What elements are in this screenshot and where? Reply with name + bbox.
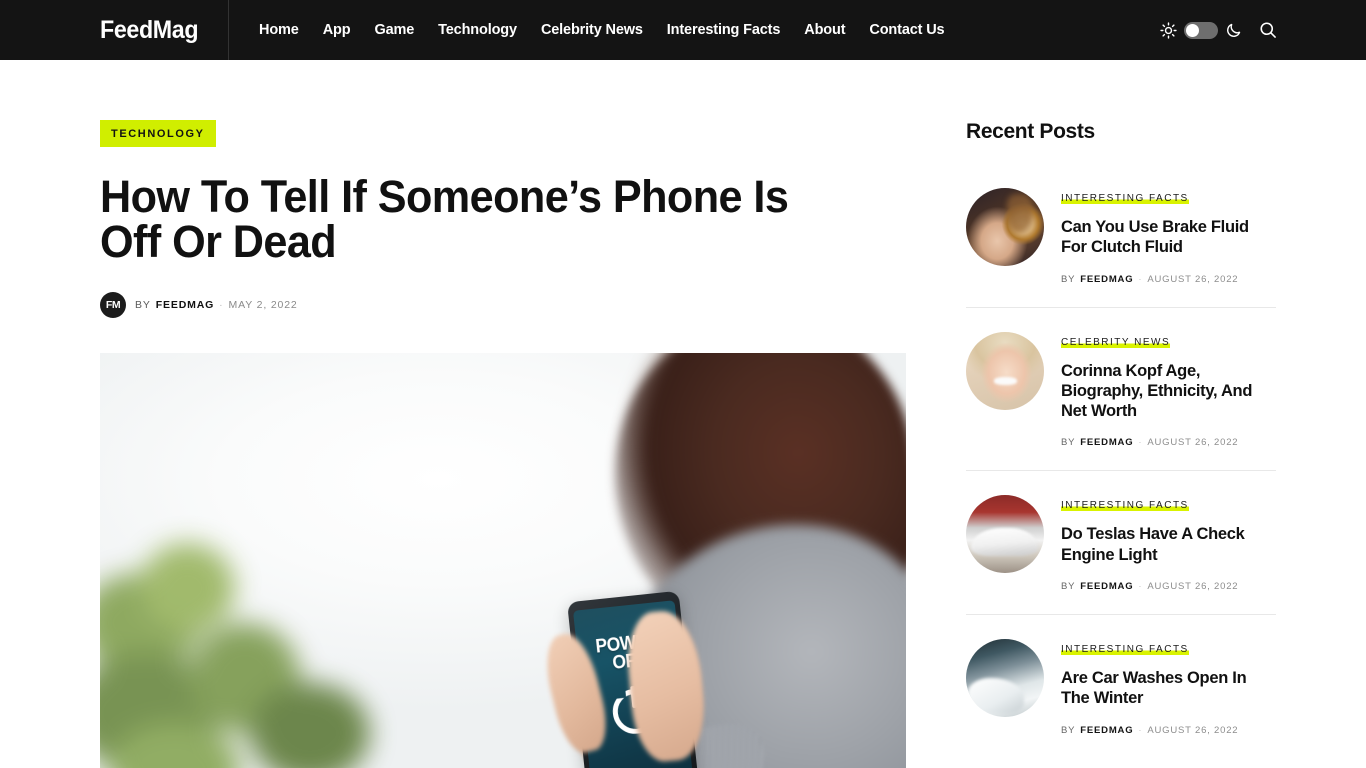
post-by-label: BY: [1061, 437, 1076, 449]
byline-text: BY FEEDMAG · MAY 2, 2022: [135, 299, 298, 311]
nav-item-home[interactable]: Home: [247, 16, 311, 44]
post-category[interactable]: INTERESTING FACTS: [1061, 643, 1189, 655]
top-navigation-bar: FeedMag Home App Game Technology Celebri…: [0, 0, 1366, 60]
theme-toggle[interactable]: [1160, 21, 1242, 39]
theme-toggle-knob[interactable]: [1186, 23, 1199, 37]
article-hero-image: POWER OFF: [100, 353, 906, 768]
post-category[interactable]: INTERESTING FACTS: [1061, 193, 1189, 204]
post-by-label: BY: [1061, 724, 1076, 736]
post-meta: BY FEEDMAG · AUGUST 26, 2022: [1061, 725, 1276, 736]
article-title: How To Tell If Someone’s Phone Is Off Or…: [100, 171, 789, 267]
post-body: INTERESTING FACTS Do Teslas Have A Check…: [1061, 495, 1276, 592]
search-icon[interactable]: [1258, 20, 1278, 40]
nav-item-contact-us[interactable]: Contact Us: [857, 16, 956, 44]
page-content: TECHNOLOGY How To Tell If Someone’s Phon…: [0, 60, 1366, 768]
post-body: INTERESTING FACTS Can You Use Brake Flui…: [1061, 188, 1276, 285]
post-body: CELEBRITY NEWS Corinna Kopf Age, Biograp…: [1061, 332, 1276, 448]
site-logo[interactable]: FeedMag: [100, 16, 199, 45]
post-date: AUGUST 26, 2022: [1147, 580, 1239, 592]
post-separator: ·: [1138, 580, 1143, 592]
moon-icon: [1225, 22, 1242, 39]
byline-by-label: BY: [135, 299, 151, 311]
brand-zone: FeedMag: [0, 0, 229, 60]
sidebar: Recent Posts INTERESTING FACTS Can You U…: [966, 120, 1276, 768]
post-thumbnail[interactable]: [966, 638, 1044, 717]
post-thumbnail[interactable]: [966, 188, 1044, 266]
post-body: INTERESTING FACTS Are Car Washes Open In…: [1061, 639, 1276, 736]
post-date: AUGUST 26, 2022: [1147, 273, 1239, 285]
post-title[interactable]: Do Teslas Have A Check Engine Light: [1061, 524, 1276, 565]
post-separator: ·: [1138, 273, 1143, 285]
post-separator: ·: [1138, 437, 1143, 449]
post-author[interactable]: FEEDMAG: [1080, 274, 1133, 285]
nav-item-interesting-facts[interactable]: Interesting Facts: [655, 16, 792, 44]
post-author[interactable]: FEEDMAG: [1080, 581, 1133, 592]
post-separator: ·: [1138, 724, 1143, 736]
byline-author[interactable]: FEEDMAG: [156, 299, 214, 311]
nav-right-controls: [1160, 0, 1278, 60]
main-nav-links: Home App Game Technology Celebrity News …: [247, 16, 956, 44]
nav-item-celebrity-news[interactable]: Celebrity News: [529, 16, 655, 44]
nav-item-app[interactable]: App: [311, 16, 363, 44]
post-title[interactable]: Are Car Washes Open In The Winter: [1061, 668, 1276, 709]
article-column: TECHNOLOGY How To Tell If Someone’s Phon…: [100, 120, 906, 768]
byline-separator: ·: [219, 299, 224, 311]
post-author[interactable]: FEEDMAG: [1080, 437, 1133, 448]
post-meta: BY FEEDMAG · AUGUST 26, 2022: [1061, 274, 1276, 285]
byline-date: MAY 2, 2022: [228, 299, 298, 311]
post-by-label: BY: [1061, 273, 1076, 285]
post-date: AUGUST 26, 2022: [1147, 724, 1239, 736]
recent-post-item[interactable]: INTERESTING FACTS Are Car Washes Open In…: [966, 613, 1276, 758]
recent-post-item[interactable]: CELEBRITY NEWS Corinna Kopf Age, Biograp…: [966, 306, 1276, 471]
post-thumbnail[interactable]: [966, 495, 1044, 574]
recent-post-item[interactable]: INTERESTING FACTS Do Teslas Have A Check…: [966, 470, 1276, 614]
foliage-decoration: [100, 533, 400, 768]
post-meta: BY FEEDMAG · AUGUST 26, 2022: [1061, 437, 1276, 448]
post-by-label: BY: [1061, 580, 1076, 592]
sun-icon: [1160, 21, 1177, 39]
post-thumbnail[interactable]: [966, 331, 1044, 410]
post-title[interactable]: Can You Use Brake Fluid For Clutch Fluid: [1061, 217, 1276, 258]
post-title[interactable]: Corinna Kopf Age, Biography, Ethnicity, …: [1061, 361, 1276, 422]
nav-item-about[interactable]: About: [792, 16, 857, 44]
article-category-badge[interactable]: TECHNOLOGY: [100, 120, 216, 147]
theme-toggle-track[interactable]: [1184, 21, 1218, 39]
post-author[interactable]: FEEDMAG: [1080, 725, 1133, 736]
post-date: AUGUST 26, 2022: [1147, 437, 1239, 449]
nav-item-technology[interactable]: Technology: [426, 16, 529, 44]
recent-post-item[interactable]: INTERESTING FACTS Can You Use Brake Flui…: [966, 174, 1276, 307]
article-byline: FM BY FEEDMAG · MAY 2, 2022: [100, 292, 906, 318]
author-avatar: FM: [100, 292, 126, 318]
post-category[interactable]: INTERESTING FACTS: [1061, 500, 1189, 512]
post-category[interactable]: CELEBRITY NEWS: [1061, 336, 1171, 348]
nav-item-game[interactable]: Game: [362, 16, 426, 44]
post-meta: BY FEEDMAG · AUGUST 26, 2022: [1061, 581, 1276, 592]
sidebar-title: Recent Posts: [966, 120, 1095, 143]
